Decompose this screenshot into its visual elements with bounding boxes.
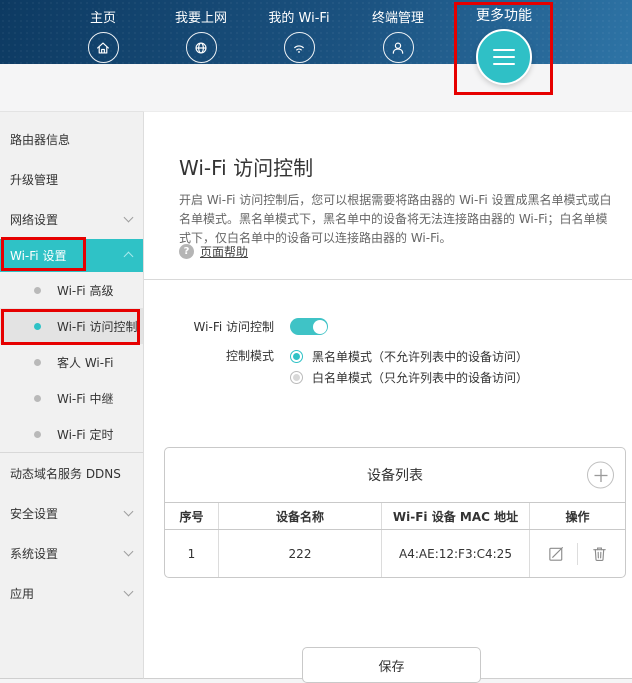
actions-divider: [577, 543, 578, 565]
bullet-icon: [34, 395, 41, 402]
nav-item-my-wifi-label: 我的 Wi-Fi: [251, 7, 347, 26]
sidebar-item-label: 系统设置: [10, 545, 58, 562]
sidebar-item-label: Wi-Fi 设置: [10, 247, 66, 264]
user-icon: [383, 32, 414, 63]
sidebar-item-label: 升级管理: [10, 171, 58, 188]
nav-item-devices[interactable]: 终端管理: [350, 7, 446, 63]
bullet-icon: [34, 287, 41, 294]
help-icon: ?: [179, 244, 194, 259]
page-help-link[interactable]: ? 页面帮助: [179, 243, 248, 260]
nav-item-home[interactable]: 主页: [55, 7, 151, 63]
toggle-label: Wi-Fi 访问控制: [144, 318, 274, 335]
bullet-icon: [34, 431, 41, 438]
chevron-down-icon: [124, 547, 134, 557]
section-divider: [144, 279, 632, 280]
nav-item-devices-label: 终端管理: [350, 7, 446, 26]
bullet-icon: [34, 323, 41, 330]
sidebar-item-ddns[interactable]: 动态域名服务 DDNS: [0, 453, 143, 493]
sidebar-item-wifi-timer[interactable]: Wi-Fi 定时: [0, 416, 143, 452]
nav-item-more-label: 更多功能: [452, 5, 556, 25]
chevron-up-icon: [124, 252, 134, 262]
cell-actions: [530, 530, 625, 577]
radio-unselected-icon: [290, 371, 303, 384]
device-list-title: 设备列表: [367, 465, 423, 485]
chevron-down-icon: [124, 507, 134, 517]
sidebar-item-wifi-access-control[interactable]: Wi-Fi 访问控制: [0, 308, 143, 344]
table-header-row: 序号 设备名称 Wi-Fi 设备 MAC 地址 操作: [165, 503, 625, 530]
sidebar-item-label: Wi-Fi 高级: [57, 282, 113, 299]
sidebar-item-guest-wifi[interactable]: 客人 Wi-Fi: [0, 344, 143, 380]
sidebar-item-router-info[interactable]: 路由器信息: [0, 119, 143, 159]
page-title: Wi-Fi 访问控制: [179, 152, 313, 181]
sidebar-item-label: 路由器信息: [10, 131, 70, 148]
cell-index: 1: [165, 530, 219, 577]
chevron-down-icon: [124, 587, 134, 597]
sidebar-item-wifi-advanced[interactable]: Wi-Fi 高级: [0, 272, 143, 308]
globe-icon: [186, 32, 217, 63]
sidebar-item-system[interactable]: 系统设置: [0, 533, 143, 573]
sidebar-item-network-settings[interactable]: 网络设置: [0, 199, 143, 239]
nav-item-internet[interactable]: 我要上网: [153, 7, 249, 63]
col-header-device-name: 设备名称: [219, 503, 382, 529]
col-header-actions: 操作: [530, 503, 625, 529]
page-description: 开启 Wi-Fi 访问控制后，您可以根据需要将路由器的 Wi-Fi 设置成黑名单…: [179, 191, 617, 248]
col-header-mac: Wi-Fi 设备 MAC 地址: [382, 503, 530, 529]
radio-whitelist-mode[interactable]: 白名单模式（只允许列表中的设备访问）: [290, 369, 528, 386]
sidebar-item-label: 安全设置: [10, 505, 58, 522]
cell-mac: A4:AE:12:F3:C4:25: [382, 530, 530, 577]
device-list-card: 设备列表 序号 设备名称 Wi-Fi 设备 MAC 地址 操作 1 222 A4…: [164, 447, 626, 578]
wifi-icon: [284, 32, 315, 63]
main-content: Wi-Fi 访问控制 开启 Wi-Fi 访问控制后，您可以根据需要将路由器的 W…: [143, 111, 632, 679]
add-device-button[interactable]: [587, 462, 614, 489]
radio-blacklist-mode[interactable]: 黑名单模式（不允许列表中的设备访问）: [290, 348, 528, 365]
wifi-access-control-row: Wi-Fi 访问控制: [144, 318, 328, 335]
radio-whitelist-label: 白名单模式（只允许列表中的设备访问）: [312, 369, 528, 386]
edit-device-button[interactable]: [543, 541, 569, 567]
trash-icon: [590, 544, 609, 563]
home-icon: [88, 32, 119, 63]
col-header-index: 序号: [165, 503, 219, 529]
sidebar-item-label: Wi-Fi 访问控制: [57, 318, 137, 335]
nav-item-home-label: 主页: [55, 7, 151, 26]
sidebar-item-apps[interactable]: 应用: [0, 573, 143, 613]
sidebar-item-label: 动态域名服务 DDNS: [10, 465, 121, 482]
nav-item-my-wifi[interactable]: 我的 Wi-Fi: [251, 7, 347, 63]
control-mode-options: 黑名单模式（不允许列表中的设备访问） 白名单模式（只允许列表中的设备访问）: [290, 348, 528, 386]
help-link-label: 页面帮助: [200, 243, 248, 260]
delete-device-button[interactable]: [586, 541, 612, 567]
radio-blacklist-label: 黑名单模式（不允许列表中的设备访问）: [312, 348, 528, 365]
sidebar-item-label: 网络设置: [10, 211, 58, 228]
sidebar-item-wifi-repeater[interactable]: Wi-Fi 中继: [0, 380, 143, 416]
sidebar-item-wifi-settings[interactable]: Wi-Fi 设置: [0, 239, 143, 272]
sidebar: 路由器信息 升级管理 网络设置 Wi-Fi 设置 Wi-Fi 高级 Wi-Fi …: [0, 111, 143, 679]
edit-icon: [547, 544, 566, 563]
menu-icon[interactable]: [476, 29, 532, 85]
sidebar-item-upgrade[interactable]: 升级管理: [0, 159, 143, 199]
table-row: 1 222 A4:AE:12:F3:C4:25: [165, 530, 625, 577]
toggle-knob: [313, 320, 327, 334]
save-button[interactable]: 保存: [302, 647, 481, 683]
radio-selected-icon: [290, 350, 303, 363]
nav-item-internet-label: 我要上网: [153, 7, 249, 26]
chevron-down-icon: [124, 213, 134, 223]
cell-device-name: 222: [219, 530, 382, 577]
bullet-icon: [34, 359, 41, 366]
sidebar-item-security[interactable]: 安全设置: [0, 493, 143, 533]
sidebar-item-label: 客人 Wi-Fi: [57, 354, 113, 371]
sidebar-item-label: Wi-Fi 中继: [57, 390, 113, 407]
sidebar-item-label: 应用: [10, 585, 34, 602]
control-mode-label: 控制模式: [144, 348, 274, 365]
device-list-header: 设备列表: [165, 448, 625, 503]
wifi-access-control-toggle[interactable]: [290, 318, 328, 335]
nav-item-more[interactable]: 更多功能: [452, 5, 556, 85]
control-mode-row: 控制模式 黑名单模式（不允许列表中的设备访问） 白名单模式（只允许列表中的设备访…: [144, 348, 528, 386]
sidebar-item-label: Wi-Fi 定时: [57, 426, 113, 443]
